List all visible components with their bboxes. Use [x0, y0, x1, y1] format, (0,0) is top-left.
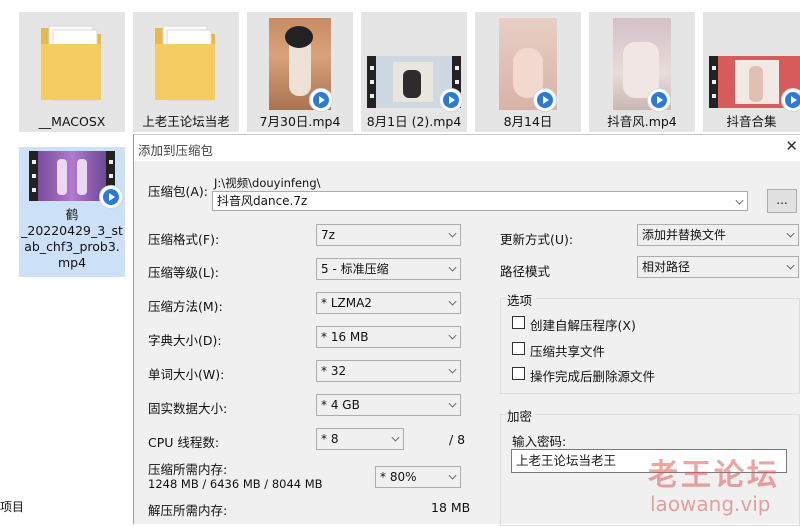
folder-icon [41, 25, 101, 101]
cpu-threads-label: CPU 线程数: [148, 435, 220, 450]
memory-usage-detail: 1248 MB / 6436 MB / 8044 MB [148, 477, 323, 491]
file-name: 8月1日 (2).mp4 [366, 114, 462, 129]
dialog-title: 添加到压缩包 [138, 143, 214, 158]
dictionary-label: 字典大小(D): [148, 333, 222, 348]
level-label: 压缩等级(L): [148, 265, 219, 280]
chevron-down-icon [448, 365, 457, 374]
method-label: 压缩方法(M): [148, 299, 223, 314]
file-name: 鹤 _20220429_3_st ab_chf3_prob3. mp4 [21, 207, 123, 270]
file-name: __MACOSX [38, 114, 106, 129]
cpu-threads-max: / 8 [449, 432, 466, 447]
chevron-down-icon [448, 229, 457, 238]
file-tile[interactable]: 8月1日 (2).mp4 [361, 12, 467, 132]
dictionary-select[interactable]: * 16 MB [316, 326, 461, 348]
close-icon[interactable]: ✕ [785, 137, 798, 155]
path-mode-label: 路径模式 [500, 264, 551, 279]
file-tile-selected[interactable]: 鹤 _20220429_3_st ab_chf3_prob3. mp4 [19, 147, 125, 277]
update-mode-label: 更新方式(U): [500, 232, 574, 247]
word-size-label: 单词大小(W): [148, 367, 225, 382]
sfx-checkbox[interactable] [512, 316, 525, 329]
sfx-label: 创建自解压程序(X) [530, 318, 636, 333]
decompress-memory-value: 18 MB [431, 500, 471, 515]
archive-label: 压缩包(A): [148, 184, 209, 199]
file-name: 抖音风.mp4 [607, 114, 677, 129]
file-tile[interactable]: 8月14日 [475, 12, 581, 132]
browse-button[interactable]: ... [767, 189, 797, 213]
chevron-down-icon [448, 263, 457, 272]
memory-usage-select[interactable]: * 80% [375, 466, 461, 488]
file-tile[interactable]: 抖音风.mp4 [589, 12, 695, 132]
chevron-down-icon [448, 297, 457, 306]
solid-size-select[interactable]: * 4 GB [316, 394, 461, 416]
file-name: 上老王论坛当老 [142, 114, 230, 129]
chevron-down-icon [448, 331, 457, 340]
media-player-icon [99, 185, 123, 209]
media-player-icon [647, 88, 671, 112]
cpu-threads-select[interactable]: * 8 [316, 428, 404, 450]
folder-icon [155, 25, 215, 101]
media-player-icon [309, 88, 333, 112]
media-player-icon [533, 88, 557, 112]
media-player-icon [439, 88, 463, 112]
file-name: 8月14日 [503, 114, 553, 129]
method-select[interactable]: * LZMA2 [316, 292, 461, 314]
solid-size-label: 固实数据大小: [148, 401, 228, 416]
chevron-down-icon [448, 399, 457, 408]
watermark-url: laowang.vip [650, 492, 771, 516]
password-label: 输入密码: [512, 434, 567, 449]
level-select[interactable]: 5 - 标准压缩 [316, 258, 461, 280]
file-tile[interactable]: 抖音合集 [703, 12, 800, 132]
status-item-count: 项目 [0, 500, 25, 514]
word-size-select[interactable]: * 32 [316, 360, 461, 382]
file-name: 抖音合集 [726, 114, 777, 129]
file-tile[interactable]: 7月30日.mp4 [247, 12, 353, 132]
chevron-down-icon [786, 261, 795, 270]
format-label: 压缩格式(F): [148, 232, 220, 247]
format-select[interactable]: 7z [316, 224, 461, 246]
archive-name-combo[interactable]: 抖音风dance.7z [212, 191, 748, 211]
chevron-down-icon [448, 471, 457, 480]
memory-usage-label: 压缩所需内存: [148, 462, 228, 477]
archive-path: J:\视频\douyinfeng\ [214, 176, 321, 190]
file-tile[interactable]: 上老王论坛当老 [133, 12, 239, 132]
file-name: 7月30日.mp4 [259, 114, 341, 129]
archive-name-value: 抖音风dance.7z [217, 194, 308, 208]
delete-after-checkbox[interactable] [512, 367, 525, 380]
file-tile[interactable]: __MACOSX [19, 12, 125, 132]
decompress-memory-label: 解压所需内存: [148, 503, 228, 518]
chevron-down-icon [735, 196, 744, 205]
chevron-down-icon [391, 433, 400, 442]
dialog-titlebar: 添加到压缩包 ✕ [134, 135, 800, 161]
shared-files-label: 压缩共享文件 [530, 344, 606, 359]
update-mode-select[interactable]: 添加并替换文件 [637, 224, 799, 246]
path-mode-select[interactable]: 相对路径 [637, 256, 799, 278]
media-player-icon [781, 88, 800, 112]
chevron-down-icon [786, 229, 795, 238]
delete-after-label: 操作完成后删除源文件 [530, 369, 656, 384]
watermark-logo: 老王论坛 [648, 458, 780, 493]
shared-files-checkbox[interactable] [512, 342, 525, 355]
